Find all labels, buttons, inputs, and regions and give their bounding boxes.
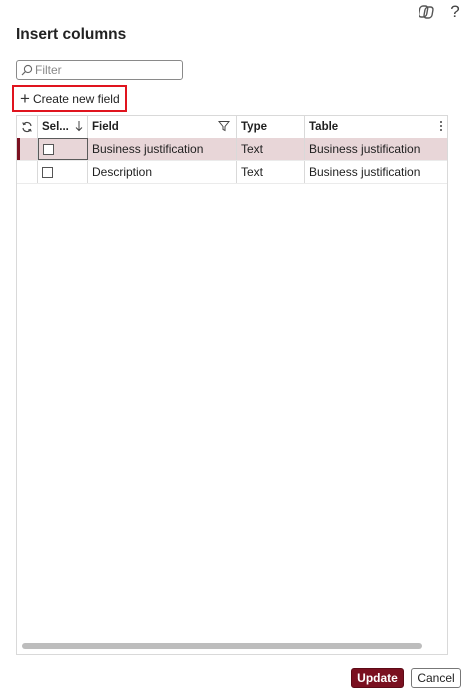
table-row[interactable]: Description Text Business justification	[17, 161, 447, 184]
horizontal-scrollbar[interactable]	[22, 643, 422, 649]
table-row[interactable]: Business justification Text Business jus…	[17, 138, 447, 161]
column-header-field[interactable]: Field	[88, 116, 237, 138]
filter-input[interactable]	[35, 63, 175, 77]
columns-grid: Sel... Field Type Table Business justifi…	[16, 115, 448, 655]
select-cell[interactable]	[38, 138, 88, 160]
type-cell: Text	[237, 161, 305, 183]
field-cell: Description	[88, 161, 237, 183]
search-icon	[21, 64, 33, 76]
footer-actions: Update Cancel	[351, 668, 461, 688]
more-options-icon[interactable]	[439, 120, 443, 135]
update-button[interactable]: Update	[351, 668, 404, 688]
row-selector[interactable]	[17, 161, 38, 183]
column-header-type-label: Type	[241, 121, 267, 133]
create-new-field-label: Create new field	[32, 91, 120, 106]
column-header-table[interactable]: Table	[305, 116, 447, 138]
row-checkbox[interactable]	[42, 166, 53, 178]
column-header-field-label: Field	[92, 121, 119, 133]
column-header-select-label: Sel...	[42, 121, 69, 133]
table-cell: Business justification	[309, 142, 421, 156]
table-cell: Business justification	[309, 165, 421, 179]
grid-header: Sel... Field Type Table	[17, 116, 447, 139]
copilot-icon[interactable]	[418, 3, 436, 21]
plus-icon: +	[20, 88, 30, 108]
field-cell: Business justification	[88, 138, 237, 160]
cancel-button[interactable]: Cancel	[411, 668, 461, 688]
create-new-field-button[interactable]: + Create new field	[12, 85, 127, 112]
filter-funnel-icon[interactable]	[217, 120, 231, 135]
top-icon-bar: ?	[418, 3, 464, 21]
help-icon[interactable]: ?	[446, 3, 464, 21]
column-header-select[interactable]: Sel...	[38, 116, 88, 138]
filter-box[interactable]	[16, 60, 183, 80]
row-checkbox[interactable]	[43, 143, 54, 155]
column-header-type[interactable]: Type	[237, 116, 305, 138]
type-cell: Text	[237, 138, 305, 160]
page-title: Insert columns	[16, 26, 127, 43]
select-cell[interactable]	[38, 161, 88, 183]
sort-arrow-down-icon[interactable]	[75, 120, 83, 135]
column-header-table-label: Table	[309, 121, 339, 133]
refresh-icon[interactable]	[17, 116, 38, 138]
row-selector[interactable]	[17, 138, 38, 160]
